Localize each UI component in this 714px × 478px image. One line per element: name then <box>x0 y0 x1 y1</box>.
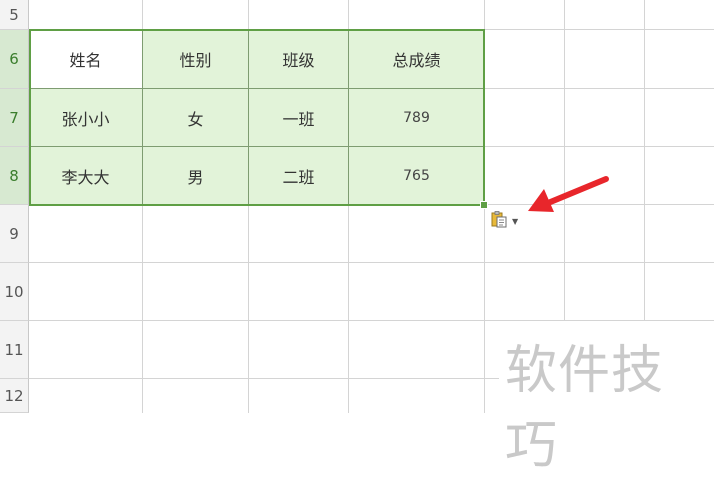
cell[interactable] <box>249 263 349 321</box>
table-cell-gender[interactable]: 女 <box>143 89 249 147</box>
cell[interactable] <box>485 89 565 147</box>
cell[interactable] <box>565 0 645 30</box>
cell[interactable] <box>485 263 565 321</box>
cell[interactable] <box>249 379 349 413</box>
cell[interactable] <box>249 321 349 379</box>
cell[interactable] <box>645 205 714 263</box>
cell[interactable] <box>349 263 485 321</box>
cell[interactable] <box>485 0 565 30</box>
row-header-10[interactable]: 10 <box>0 263 29 321</box>
cell[interactable] <box>485 30 565 89</box>
row-header-9[interactable]: 9 <box>0 205 29 263</box>
cell[interactable] <box>249 205 349 263</box>
cell[interactable] <box>645 263 714 321</box>
cell[interactable] <box>565 263 645 321</box>
cell[interactable] <box>565 30 645 89</box>
cell[interactable] <box>29 379 143 413</box>
clipboard-paste-icon <box>490 210 508 232</box>
cell[interactable] <box>645 147 714 205</box>
header-cell-total-score[interactable]: 总成绩 <box>349 30 485 89</box>
table-cell-total-score[interactable]: 789 <box>349 89 485 147</box>
table-cell-name[interactable]: 张小小 <box>29 89 143 147</box>
watermark-text: 软件技巧 <box>505 341 665 476</box>
cell[interactable] <box>349 321 485 379</box>
cell[interactable] <box>565 89 645 147</box>
table-cell-name[interactable]: 李大大 <box>29 147 143 205</box>
cell[interactable] <box>143 0 249 30</box>
paste-options-button[interactable]: ▼ <box>490 211 524 231</box>
cell[interactable] <box>349 379 485 413</box>
cell[interactable] <box>29 0 143 30</box>
header-cell-gender[interactable]: 性别 <box>143 30 249 89</box>
cell[interactable] <box>249 0 349 30</box>
table-cell-class[interactable]: 二班 <box>249 147 349 205</box>
cell[interactable] <box>29 205 143 263</box>
header-cell-class[interactable]: 班级 <box>249 30 349 89</box>
caret-down-icon[interactable]: ▼ <box>512 217 518 226</box>
table-cell-total-score[interactable]: 765 <box>349 147 485 205</box>
cell[interactable] <box>143 263 249 321</box>
cell[interactable] <box>29 263 143 321</box>
cell[interactable] <box>349 0 485 30</box>
cell[interactable] <box>29 321 143 379</box>
cell[interactable] <box>143 379 249 413</box>
red-arrow-icon <box>528 176 609 212</box>
row-header-11[interactable]: 11 <box>0 321 29 379</box>
row-header-7[interactable]: 7 <box>0 89 29 147</box>
cell[interactable] <box>143 205 249 263</box>
cell[interactable] <box>645 0 714 30</box>
fill-handle[interactable] <box>480 201 488 209</box>
row-header-5[interactable]: 5 <box>0 0 29 30</box>
cell[interactable] <box>645 89 714 147</box>
table-cell-gender[interactable]: 男 <box>143 147 249 205</box>
row-header-12[interactable]: 12 <box>0 379 29 413</box>
header-cell-name[interactable]: 姓名 <box>29 30 143 89</box>
row-header-8[interactable]: 8 <box>0 147 29 205</box>
table-cell-class[interactable]: 一班 <box>249 89 349 147</box>
cell[interactable] <box>349 205 485 263</box>
spreadsheet-grid: 5 6 7 8 9 10 11 12 姓名 性别 班级 总成绩 张小小 女 一班… <box>0 0 714 476</box>
row-header-6[interactable]: 6 <box>0 30 29 89</box>
cell[interactable] <box>143 321 249 379</box>
cell[interactable] <box>645 30 714 89</box>
